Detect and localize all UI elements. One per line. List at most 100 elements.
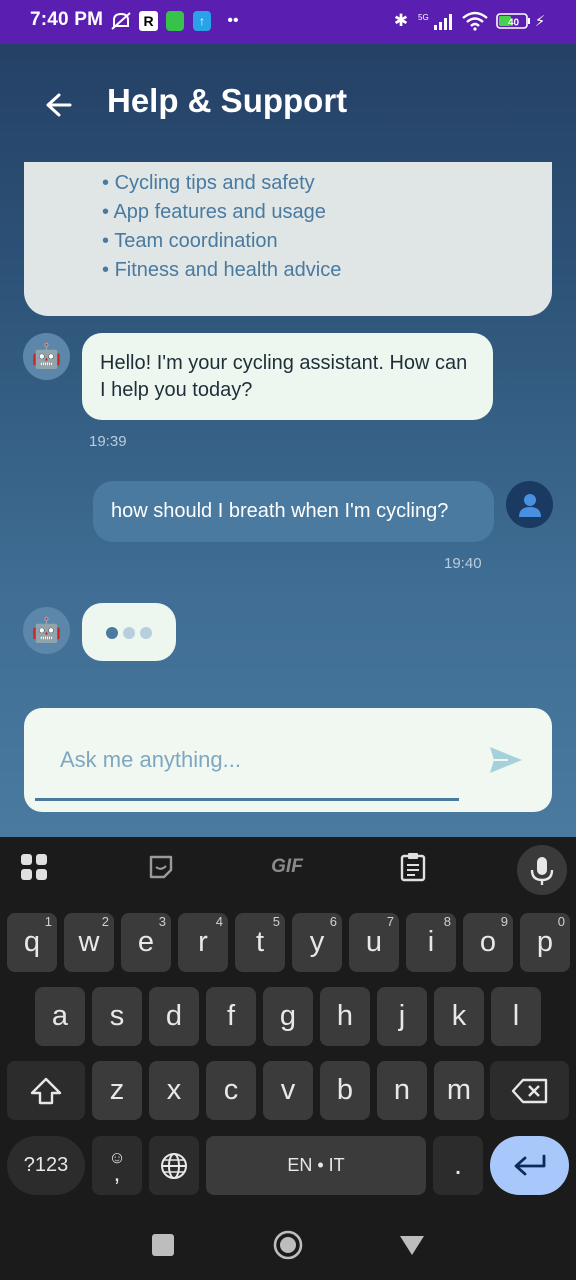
key-f[interactable]: f (206, 987, 256, 1046)
globe-icon (161, 1152, 187, 1179)
back-arrow-icon (46, 93, 72, 117)
app-screen: 7:40 PM R ↑ •• ✱ 5G 40 ⚡ Help & Support … (0, 0, 576, 837)
message-input[interactable] (60, 742, 460, 778)
home-button[interactable] (273, 1230, 303, 1260)
mic-button[interactable] (517, 845, 567, 895)
signal-icon: 5G (418, 11, 456, 31)
page-title: Help & Support (107, 82, 348, 119)
language-key[interactable] (149, 1136, 199, 1195)
apps-icon[interactable] (18, 849, 50, 885)
topic-list: Cycling tips and safety App features and… (102, 169, 341, 285)
key-j[interactable]: j (377, 987, 427, 1046)
battery-icon: 40 (496, 11, 532, 31)
topic-item: Fitness and health advice (102, 256, 342, 285)
key-hint: 4 (215, 914, 223, 929)
key-label: n (393, 1074, 411, 1106)
key-h[interactable]: h (320, 987, 370, 1046)
message-timestamp: 19:39 (89, 433, 127, 450)
enter-icon (514, 1154, 545, 1175)
key-k[interactable]: k (434, 987, 484, 1046)
app-r-icon: R (139, 11, 158, 31)
key-u[interactable]: u7 (349, 913, 399, 972)
shift-key[interactable] (7, 1061, 85, 1120)
key-l[interactable]: l (491, 987, 541, 1046)
bot-message-bubble: Hello! I'm your cycling assistant. How c… (82, 333, 493, 420)
person-icon (518, 493, 541, 517)
key-g[interactable]: g (263, 987, 313, 1046)
key-hint: 3 (158, 914, 166, 929)
key-label: p (536, 926, 554, 958)
topic-item: Team coordination (102, 227, 341, 256)
typing-indicator (82, 603, 176, 661)
key-i[interactable]: i8 (406, 913, 456, 972)
typing-dot (123, 627, 135, 639)
space-key[interactable]: EN • IT (206, 1136, 426, 1195)
key-z[interactable]: z (92, 1061, 142, 1120)
send-button[interactable] (488, 744, 524, 776)
message-timestamp: 19:40 (444, 555, 482, 572)
recents-button[interactable] (152, 1234, 174, 1256)
input-underline (35, 798, 459, 801)
bluetooth-icon: ✱ (393, 11, 409, 30)
key-label: j (398, 1000, 406, 1032)
comma-label: , (113, 1159, 121, 1187)
robot-icon: 🤖 (31, 342, 62, 370)
topic-item: Cycling tips and safety (102, 169, 341, 198)
app-blue-icon: ↑ (193, 11, 211, 31)
key-hint: 8 (443, 914, 451, 929)
key-hint: 1 (44, 914, 52, 929)
backspace-key[interactable] (490, 1061, 569, 1120)
message-composer (24, 708, 552, 812)
key-label: i (427, 926, 435, 958)
more-notifications-icon: •• (227, 12, 239, 29)
symbols-key[interactable]: ?123 (7, 1136, 85, 1195)
user-avatar (506, 481, 553, 528)
svg-text:40: 40 (508, 18, 520, 29)
key-c[interactable]: c (206, 1061, 256, 1120)
key-label: e (137, 926, 155, 958)
dnd-icon (109, 11, 133, 31)
user-message-bubble: how should I breath when I'm cycling? (93, 481, 494, 542)
key-t[interactable]: t5 (235, 913, 285, 972)
status-time: 7:40 PM (30, 9, 104, 30)
key-hint: 9 (500, 914, 508, 929)
key-w[interactable]: w2 (64, 913, 114, 972)
key-n[interactable]: n (377, 1061, 427, 1120)
key-p[interactable]: p0 (520, 913, 570, 972)
key-b[interactable]: b (320, 1061, 370, 1120)
key-d[interactable]: d (149, 987, 199, 1046)
key-q[interactable]: q1 (7, 913, 57, 972)
back-triangle-icon (400, 1236, 424, 1255)
key-label: u (365, 926, 383, 958)
clipboard-icon[interactable] (398, 849, 428, 885)
back-nav-button[interactable] (399, 1234, 425, 1256)
key-e[interactable]: e3 (121, 913, 171, 972)
key-label: k (451, 1000, 467, 1032)
key-r[interactable]: r4 (178, 913, 228, 972)
charging-icon: ⚡ (534, 13, 546, 30)
enter-key[interactable] (490, 1136, 569, 1195)
key-hint: 5 (272, 914, 280, 929)
key-v[interactable]: v (263, 1061, 313, 1120)
key-label: a (51, 1000, 69, 1032)
key-label: h (336, 1000, 354, 1032)
key-label: v (280, 1074, 296, 1106)
emoji-comma-key[interactable]: ☺ , (92, 1136, 142, 1195)
key-label: b (336, 1074, 354, 1106)
key-a[interactable]: a (35, 987, 85, 1046)
key-s[interactable]: s (92, 987, 142, 1046)
typing-dot (140, 627, 152, 639)
period-key[interactable]: . (433, 1136, 483, 1195)
bot-avatar: 🤖 (23, 333, 70, 380)
back-button[interactable] (40, 86, 80, 126)
key-label: w (78, 926, 100, 958)
robot-icon: 🤖 (31, 616, 62, 644)
key-m[interactable]: m (434, 1061, 484, 1120)
key-y[interactable]: y6 (292, 913, 342, 972)
key-o[interactable]: o9 (463, 913, 513, 972)
gif-button[interactable]: GIF (267, 849, 307, 885)
sticker-icon[interactable] (146, 849, 176, 885)
key-x[interactable]: x (149, 1061, 199, 1120)
app-green-icon (166, 11, 184, 31)
key-label: y (309, 926, 325, 958)
